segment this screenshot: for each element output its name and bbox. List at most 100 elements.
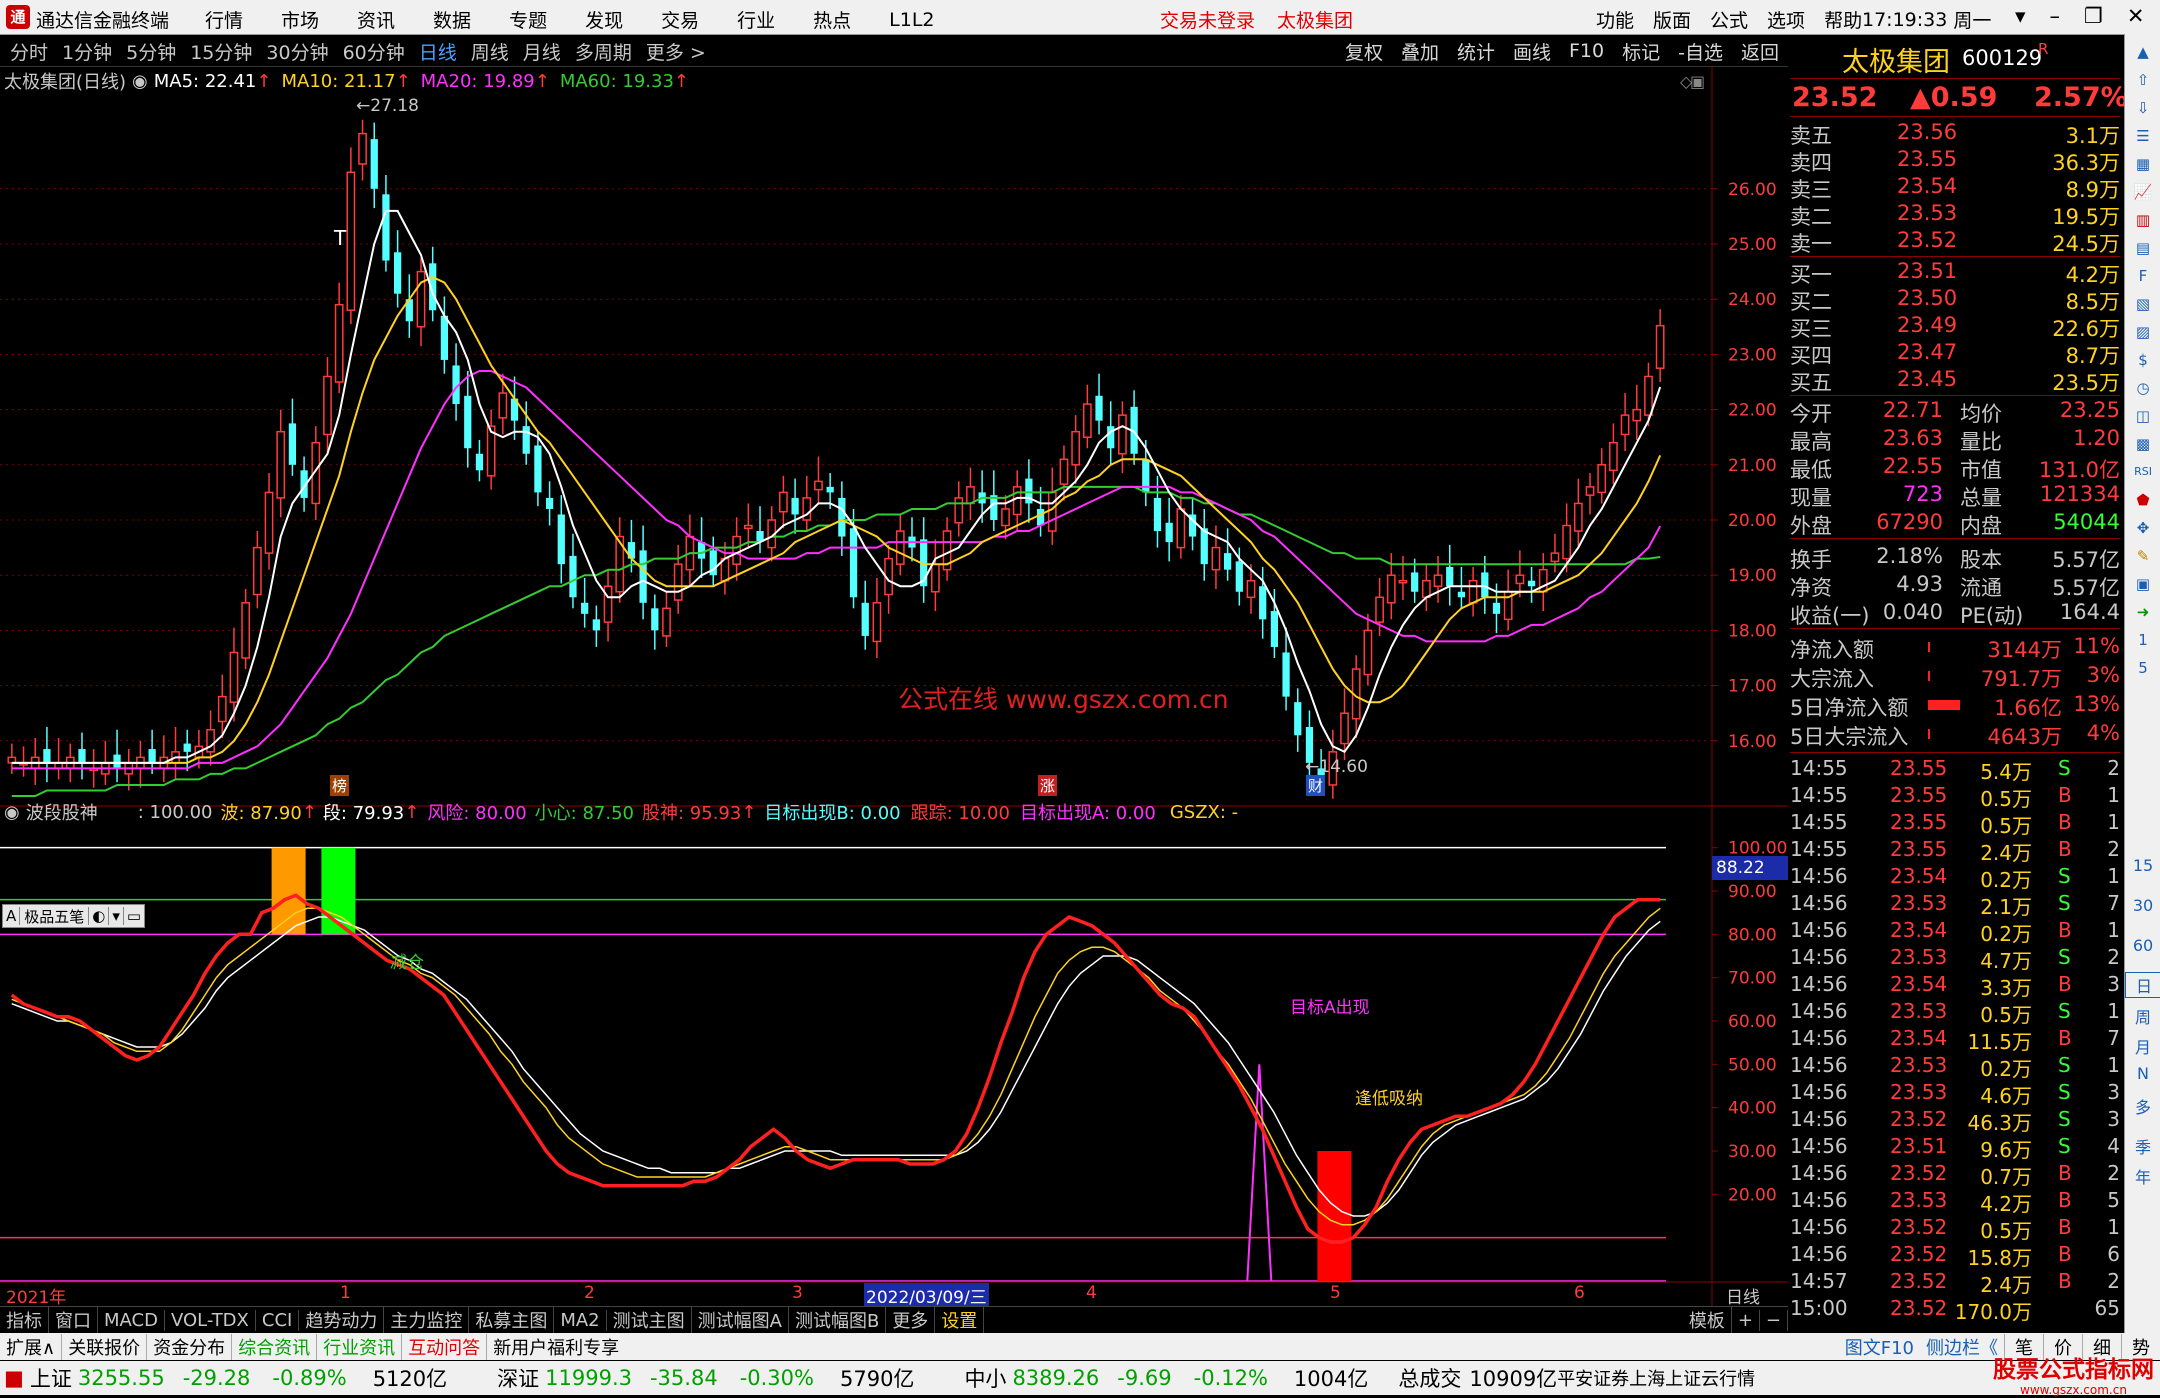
remove-button[interactable]: − bbox=[1760, 1309, 1788, 1331]
tick-row[interactable]: 14:55 23.55 2.4万 B 2 bbox=[1790, 837, 2120, 865]
tick-row[interactable]: 14:56 23.51 9.6万 S 4 bbox=[1790, 1134, 2120, 1162]
indicator-tab[interactable]: VOL-TDX bbox=[165, 1309, 256, 1331]
tick-row[interactable]: 15:00 23.52 170.0万 65 bbox=[1790, 1296, 2120, 1324]
toolbar-button[interactable]: 复权 bbox=[1345, 38, 1383, 65]
toolbar-button[interactable]: 画线 bbox=[1513, 38, 1551, 65]
down-arrow-outline-icon[interactable]: ⇩ bbox=[2131, 96, 2155, 120]
rsi-icon[interactable]: RSI bbox=[2131, 460, 2155, 484]
toolbar-button[interactable]: 统计 bbox=[1457, 38, 1495, 65]
info-tab[interactable]: 关联报价 bbox=[61, 1333, 146, 1360]
report-icon[interactable]: ▨ bbox=[2131, 320, 2155, 344]
orderbook-sell-row[interactable]: 卖四 23.55 36.3万 bbox=[1790, 147, 2120, 175]
orderbook-buy-row[interactable]: 买四 23.47 8.7万 bbox=[1790, 340, 2120, 368]
tick-row[interactable]: 14:56 23.54 11.5万 B 7 bbox=[1790, 1026, 2120, 1054]
sidebar-toggle[interactable]: 侧边栏《 bbox=[1920, 1334, 2004, 1360]
menu-item[interactable]: 专题 bbox=[509, 6, 547, 33]
period-tab-more[interactable]: 更多 > bbox=[646, 38, 706, 65]
tick-row[interactable]: 14:55 23.55 0.5万 B 1 bbox=[1790, 810, 2120, 838]
restore-icon[interactable]: ❐ bbox=[2084, 4, 2103, 28]
toolbar-button[interactable]: F10 bbox=[1569, 40, 1604, 62]
toolbar-button[interactable]: 标记 bbox=[1622, 38, 1660, 65]
menu-item[interactable]: 市场 bbox=[281, 6, 319, 33]
period-1-icon[interactable]: 1 bbox=[2131, 628, 2155, 652]
collapse-icon[interactable]: ▭ bbox=[122, 907, 144, 925]
sidebar-period[interactable]: 季 bbox=[2125, 1134, 2160, 1158]
period-tab[interactable]: 周线 bbox=[471, 38, 509, 65]
menu-item[interactable]: 数据 bbox=[433, 6, 471, 33]
orderbook-sell-row[interactable]: 卖二 23.53 19.5万 bbox=[1790, 201, 2120, 229]
menu-item[interactable]: 选项 bbox=[1767, 6, 1805, 33]
period-tab[interactable]: 15分钟 bbox=[190, 38, 252, 65]
tick-row[interactable]: 14:56 23.53 4.2万 B 5 bbox=[1790, 1188, 2120, 1216]
legend-toggle-icon[interactable]: ◉ bbox=[132, 71, 148, 92]
indicator-tab[interactable]: 测试幅图A bbox=[692, 1307, 789, 1333]
period-tab[interactable]: 30分钟 bbox=[266, 38, 328, 65]
chart-area[interactable]: 16.00 17.00 18.00 19.00 20.00 21.00 22.00 23.00… bbox=[0, 66, 1788, 1306]
event-mark[interactable]: 榜 bbox=[330, 775, 350, 796]
moon-icon[interactable]: ◐ bbox=[88, 907, 108, 925]
menu-item[interactable]: 公式 bbox=[1710, 6, 1748, 33]
dropdown-icon[interactable]: ▾ bbox=[2015, 4, 2026, 28]
minimize-icon[interactable]: – bbox=[2050, 4, 2061, 28]
detail-tab[interactable]: 细 bbox=[2082, 1333, 2121, 1360]
detail-tab[interactable]: 笔 bbox=[2004, 1333, 2043, 1360]
menu-item[interactable]: 发现 bbox=[585, 6, 623, 33]
info-tab[interactable]: 扩展∧ bbox=[0, 1334, 61, 1360]
toolbar-button[interactable]: 返回 bbox=[1741, 38, 1779, 65]
orderbook-buy-row[interactable]: 买三 23.49 22.6万 bbox=[1790, 313, 2120, 341]
five-lines-toolbar[interactable]: A 极品五笔 ◐ ▾ ▭ bbox=[2, 904, 146, 928]
period-tab[interactable]: 多周期 bbox=[575, 38, 632, 65]
menu-item[interactable]: 行情 bbox=[205, 6, 243, 33]
grid-icon[interactable]: ▤ bbox=[2131, 236, 2155, 260]
menu-item[interactable]: 交易 bbox=[661, 6, 699, 33]
detail-tab[interactable]: 价 bbox=[2043, 1333, 2082, 1360]
index-name[interactable]: 深证 bbox=[497, 1363, 539, 1393]
news-icon[interactable]: ▧ bbox=[2131, 292, 2155, 316]
select-icon[interactable]: ◫ bbox=[2131, 404, 2155, 428]
five-lines-label[interactable]: 极品五笔 bbox=[20, 906, 88, 927]
event-mark[interactable]: 涨 bbox=[1038, 775, 1058, 796]
orderbook-buy-row[interactable]: 买一 23.51 4.2万 bbox=[1790, 259, 2120, 287]
table-icon[interactable]: ▦ bbox=[2131, 152, 2155, 176]
move-icon[interactable]: ✥ bbox=[2131, 516, 2155, 540]
indicator-toggle-icon[interactable]: ◉ bbox=[4, 802, 20, 823]
orderbook-sell-row[interactable]: 卖三 23.54 8.9万 bbox=[1790, 174, 2120, 202]
line-chart-icon[interactable]: 📈 bbox=[2131, 180, 2155, 204]
period-tab[interactable]: 分时 bbox=[10, 38, 48, 65]
event-mark[interactable]: 财 bbox=[1306, 775, 1326, 796]
f10-icon[interactable]: F bbox=[2131, 264, 2155, 288]
tick-row[interactable]: 14:56 23.53 0.5万 S 1 bbox=[1790, 999, 2120, 1027]
clock-icon[interactable]: ◷ bbox=[2131, 376, 2155, 400]
menu-item[interactable]: 帮助 bbox=[1824, 6, 1862, 33]
tick-row[interactable]: 14:56 23.52 15.8万 B 6 bbox=[1790, 1242, 2120, 1270]
indicator-tab[interactable]: 测试主图 bbox=[607, 1307, 692, 1333]
menu-item[interactable]: 热点 bbox=[813, 6, 851, 33]
sidebar-period[interactable]: N bbox=[2125, 1064, 2160, 1083]
period-tab-daily[interactable]: 日线 bbox=[419, 38, 457, 65]
tick-row[interactable]: 14:56 23.52 0.5万 B 1 bbox=[1790, 1215, 2120, 1243]
window-restore-icon[interactable]: ▣ bbox=[1690, 72, 1705, 91]
info-tab[interactable]: 资金分布 bbox=[146, 1333, 231, 1360]
f10-link[interactable]: 图文F10 bbox=[1839, 1334, 1920, 1360]
tick-row[interactable]: 14:56 23.54 0.2万 S 1 bbox=[1790, 864, 2120, 892]
indicator-tab[interactable]: 指标 bbox=[0, 1307, 49, 1333]
menu-item[interactable]: 行业 bbox=[737, 6, 775, 33]
tick-row[interactable]: 14:56 23.52 46.3万 S 3 bbox=[1790, 1107, 2120, 1135]
orderbook-buy-row[interactable]: 买二 23.50 8.5万 bbox=[1790, 286, 2120, 314]
toolbar-button[interactable]: 叠加 bbox=[1401, 38, 1439, 65]
add-button[interactable]: + bbox=[1732, 1309, 1760, 1331]
index-name[interactable]: 上证 bbox=[30, 1363, 72, 1393]
indicator-tab[interactable]: 更多 bbox=[886, 1307, 936, 1333]
orderbook-buy-row[interactable]: 买五 23.45 23.5万 bbox=[1790, 367, 2120, 395]
tick-row[interactable]: 14:56 23.52 0.7万 B 2 bbox=[1790, 1161, 2120, 1189]
tick-row[interactable]: 14:56 23.54 0.2万 B 1 bbox=[1790, 918, 2120, 946]
period-tab[interactable]: 5分钟 bbox=[126, 38, 176, 65]
tick-row[interactable]: 14:55 23.55 0.5万 B 1 bbox=[1790, 783, 2120, 811]
info-tab[interactable]: 互动问答 bbox=[401, 1333, 486, 1360]
up-arrow-outline-icon[interactable]: ⇧ bbox=[2131, 68, 2155, 92]
period-5-icon[interactable]: 5 bbox=[2131, 656, 2155, 680]
orderbook-sell-row[interactable]: 卖五 23.56 3.1万 bbox=[1790, 120, 2120, 148]
indicator-tab[interactable]: 测试幅图B bbox=[789, 1307, 887, 1333]
pen-icon[interactable]: ✎ bbox=[2131, 544, 2155, 568]
info-tab[interactable]: 综合资讯 bbox=[231, 1333, 316, 1360]
